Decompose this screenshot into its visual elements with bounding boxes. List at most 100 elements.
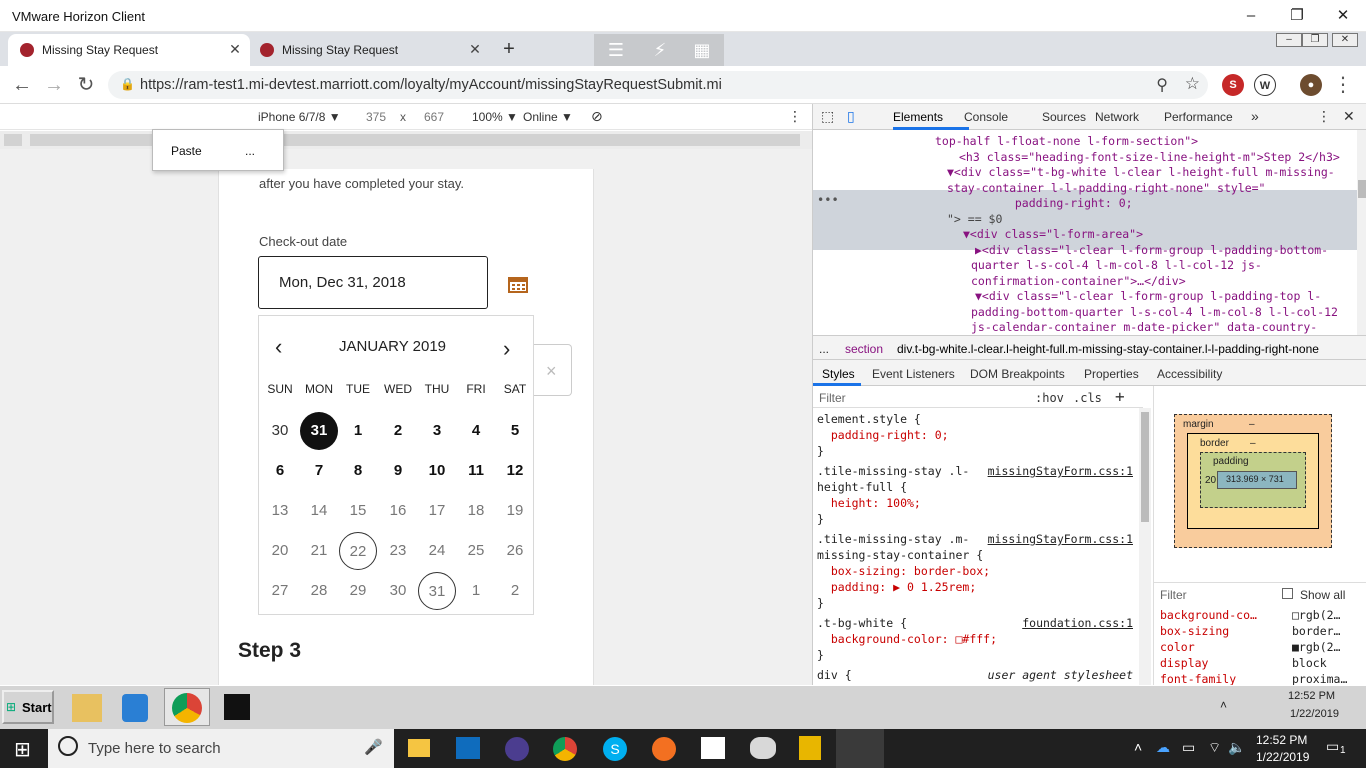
forward-icon[interactable]: → (41, 73, 67, 97)
file-explorer-icon[interactable] (408, 739, 430, 757)
microphone-icon[interactable]: 🎤 (364, 738, 383, 756)
css-selector[interactable]: } (817, 512, 824, 526)
close-tab-icon[interactable]: ✕ (226, 40, 244, 58)
outlook-icon[interactable] (456, 737, 480, 759)
prev-month-icon[interactable]: ‹ (275, 334, 282, 360)
calendar-day[interactable]: 6 (261, 452, 299, 490)
css-selector[interactable]: } (817, 596, 824, 610)
calendar-day[interactable]: 16 (379, 492, 417, 530)
reload-icon[interactable]: ↻ (73, 73, 99, 97)
paste-menu-item[interactable]: Paste (171, 144, 202, 158)
calendar-icon[interactable] (508, 275, 528, 293)
calendar-day[interactable]: 5 (496, 412, 534, 450)
zoom-select[interactable]: 100% ▼ (472, 110, 518, 124)
onedrive-icon[interactable]: ☁ (1156, 739, 1170, 756)
clock-time[interactable]: 12:52 PM (1256, 733, 1307, 747)
css-selector[interactable]: missing-stay-container { (817, 548, 983, 562)
paint-icon[interactable] (750, 737, 776, 759)
breadcrumb-more[interactable]: ... (819, 342, 829, 356)
dom-node-line[interactable]: ▶<div class="l-clear l-form-group l-padd… (975, 243, 1328, 257)
device-select[interactable]: iPhone 6/7/8 ▼ (258, 110, 341, 124)
css-declaration[interactable]: height: 100%; (817, 496, 921, 510)
explorer-icon[interactable] (72, 694, 102, 722)
calendar-day[interactable]: 17 (418, 492, 456, 530)
dom-node-line[interactable]: <h3 class="heading-font-size-line-height… (959, 150, 1340, 164)
tray-overflow-icon[interactable]: ˄ (1134, 739, 1142, 755)
taskbar-search[interactable]: Type here to search 🎤 (48, 729, 394, 768)
calendar-day[interactable]: 20 (261, 532, 299, 570)
close-tab-icon[interactable]: ✕ (466, 40, 484, 58)
calendar-day[interactable]: 4 (457, 412, 495, 450)
close-window-icon[interactable]: ✕ (1320, 4, 1366, 28)
calendar-day[interactable]: 18 (457, 492, 495, 530)
calendar-day[interactable]: 15 (339, 492, 377, 530)
tab-elements[interactable]: Elements (893, 110, 943, 124)
tab-event-listeners[interactable]: Event Listeners (872, 367, 955, 381)
elements-scrollbar[interactable] (1357, 130, 1366, 335)
calendar-day[interactable]: 30 (261, 412, 299, 450)
new-rule-icon[interactable]: + (1115, 387, 1125, 406)
calendar-day[interactable]: 9 (379, 452, 417, 490)
breadcrumb-section[interactable]: section (845, 342, 883, 356)
dom-node-line[interactable]: js-calendar-container m-date-picker" dat… (971, 320, 1317, 334)
remote-close-icon[interactable]: ✕ (1332, 33, 1358, 47)
node-ellipsis-icon[interactable]: ••• (817, 193, 839, 207)
computed-property[interactable]: font-family (1160, 672, 1236, 686)
styles-filter-input[interactable]: Filter (819, 391, 846, 405)
tab-dom-breakpoints[interactable]: DOM Breakpoints (970, 367, 1065, 381)
lock-app-icon[interactable] (799, 736, 821, 760)
checkout-date-input[interactable]: Mon, Dec 31, 2018 (258, 256, 488, 309)
clock-date[interactable]: 1/22/2019 (1256, 750, 1309, 764)
menu-icon[interactable]: ☰ (602, 40, 630, 60)
calendar-day[interactable]: 19 (496, 492, 534, 530)
network-select[interactable]: Online ▼ (523, 110, 573, 124)
action-center-icon[interactable]: ▭ (1326, 738, 1339, 755)
extension-w-icon[interactable]: W (1254, 74, 1276, 96)
dom-node-line[interactable]: confirmation-container">…</div> (971, 274, 1186, 288)
device-menu-icon[interactable]: ⋮ (788, 108, 802, 125)
tab-performance[interactable]: Performance (1164, 110, 1233, 124)
url-text[interactable]: https://ram-test1.mi-devtest.marriott.co… (140, 77, 722, 93)
computed-property[interactable]: color (1160, 640, 1195, 654)
restore-icon[interactable]: ❐ (1274, 4, 1320, 28)
css-declaration[interactable]: box-sizing: border-box; (817, 564, 990, 578)
start-button[interactable]: ⊞ Start (2, 690, 54, 724)
calendar-day[interactable]: 29 (339, 572, 377, 610)
media-player-icon[interactable] (122, 694, 148, 722)
computed-property[interactable]: background-co… (1160, 608, 1257, 622)
css-source-link[interactable]: user agent stylesheet (988, 668, 1133, 682)
calendar-day[interactable]: 7 (300, 452, 338, 490)
calendar-day[interactable]: 2 (379, 412, 417, 450)
dom-node-line[interactable]: ▼<div class="l-clear l-form-group l-padd… (975, 289, 1321, 303)
tab-accessibility[interactable]: Accessibility (1157, 367, 1222, 381)
hov-toggle[interactable]: :hov (1035, 391, 1064, 405)
calendar-day[interactable]: 2 (496, 572, 534, 610)
calendar-day[interactable]: 1 (339, 412, 377, 450)
clear-icon[interactable]: × (546, 361, 557, 382)
css-source-link[interactable]: missingStayForm.css:1 (988, 532, 1133, 546)
css-source-link[interactable]: foundation.css:1 (1022, 616, 1133, 630)
devtools-close-icon[interactable]: ✕ (1343, 108, 1355, 125)
extension-icon[interactable]: S (1222, 74, 1244, 96)
calendar-day[interactable]: 26 (496, 532, 534, 570)
chrome-taskbar-button[interactable] (164, 688, 210, 726)
postman-icon[interactable] (652, 737, 676, 761)
css-selector[interactable]: } (817, 444, 824, 458)
more-menu-item[interactable]: ... (245, 144, 255, 158)
show-all-checkbox[interactable] (1282, 588, 1293, 599)
skype-icon[interactable]: S (603, 737, 627, 761)
intellij-icon[interactable] (224, 694, 250, 720)
css-selector[interactable]: } (817, 648, 824, 662)
height-input[interactable]: 667 (424, 110, 444, 124)
desktop-switch-icon[interactable]: ▦ (688, 40, 716, 60)
device-toggle-icon[interactable]: ▯ (847, 108, 855, 125)
checkout-date-value[interactable]: Mon, Dec 31, 2018 (279, 274, 406, 291)
css-declaration[interactable]: padding-right: 0; (817, 428, 949, 442)
menu-kebab-icon[interactable]: ⋮ (1330, 73, 1356, 97)
photos-icon[interactable] (701, 737, 725, 759)
calendar-day[interactable]: 31 (300, 412, 338, 450)
cls-toggle[interactable]: .cls (1073, 391, 1102, 405)
css-declaration[interactable]: padding: ▶ 0 1.25rem; (817, 580, 976, 594)
dom-node-line[interactable]: quarter l-s-col-4 l-m-col-8 l-l-col-12 j… (971, 258, 1262, 272)
zoom-icon[interactable]: ⚲ (1156, 75, 1168, 95)
